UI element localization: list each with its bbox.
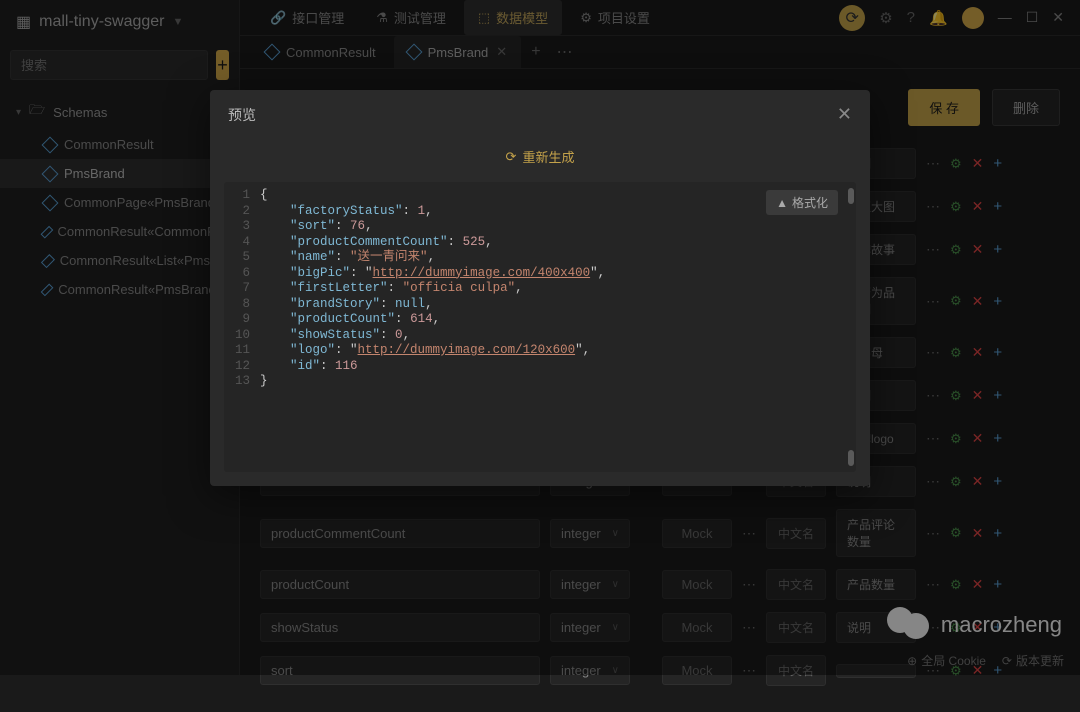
- regenerate-button[interactable]: ⟳ 重新生成: [210, 139, 870, 174]
- modal-close-button[interactable]: ✕: [837, 104, 852, 125]
- code-content[interactable]: { "factoryStatus": 1, "sort": 76, "produ…: [260, 188, 856, 466]
- format-button[interactable]: ▲ 格式化: [766, 190, 838, 215]
- scrollbar-thumb[interactable]: [848, 188, 854, 204]
- scrollbar-thumb[interactable]: [848, 450, 854, 466]
- modal-overlay[interactable]: 预览 ✕ ⟳ 重新生成 ▲ 格式化 12345678910111213 { "f…: [0, 0, 1080, 675]
- modal-title: 预览: [228, 105, 256, 125]
- preview-modal: 预览 ✕ ⟳ 重新生成 ▲ 格式化 12345678910111213 { "f…: [210, 90, 870, 486]
- refresh-icon: ⟳: [506, 149, 517, 165]
- format-icon: ▲: [776, 196, 788, 210]
